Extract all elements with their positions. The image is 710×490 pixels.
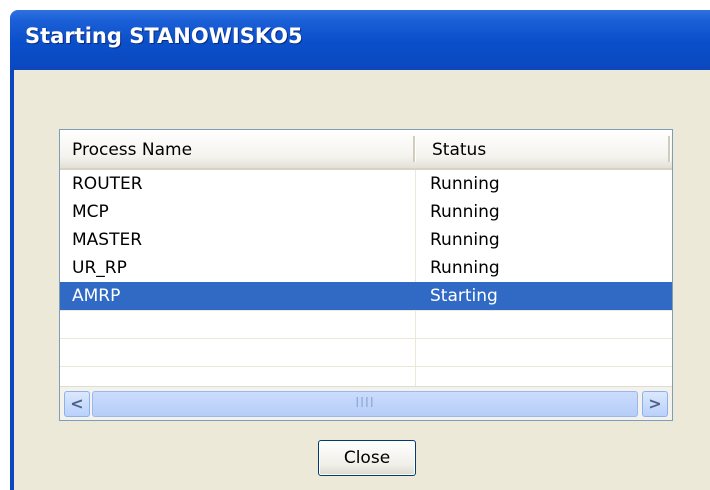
scroll-left-button[interactable]: < (64, 391, 90, 417)
table-row[interactable]: ROUTER Running (60, 170, 672, 198)
horizontal-scrollbar[interactable]: < IIII > (60, 386, 672, 420)
status-cell: Running (430, 174, 500, 194)
status-cell: Running (430, 202, 500, 222)
list-rows: ROUTER Running MCP Running MASTER Running UR_R… (60, 170, 672, 310)
title-bar[interactable]: Starting STANOWISKO5 (10, 10, 710, 70)
list-header: Process Name Status (60, 130, 672, 170)
process-name-cell: ROUTER (72, 174, 143, 194)
window-title: Starting STANOWISKO5 (25, 24, 303, 48)
table-row[interactable]: MCP Running (60, 198, 672, 226)
process-list[interactable]: Process Name Status ROUTER Running MCP Runn… (59, 129, 673, 421)
row-gridline (60, 366, 672, 367)
row-gridline (60, 310, 672, 311)
chevron-left-icon: < (70, 394, 84, 413)
status-cell: Running (430, 230, 500, 250)
scroll-thumb[interactable]: IIII (92, 391, 638, 417)
process-name-cell: MCP (72, 202, 109, 222)
column-header-process-name[interactable]: Process Name (72, 130, 402, 168)
column-header-status[interactable]: Status (432, 130, 652, 168)
scroll-right-button[interactable]: > (642, 391, 668, 417)
status-cell: Starting (430, 286, 498, 306)
table-row[interactable]: MASTER Running (60, 226, 672, 254)
table-row[interactable]: UR_RP Running (60, 254, 672, 282)
table-row[interactable]: AMRP Starting (60, 282, 672, 310)
status-cell: Running (430, 258, 500, 278)
grip-icon: IIII (355, 396, 375, 411)
process-name-cell: UR_RP (72, 258, 127, 278)
close-button[interactable]: Close (318, 440, 416, 476)
row-gridline (60, 338, 672, 339)
process-name-cell: MASTER (72, 230, 143, 250)
column-divider[interactable] (668, 136, 671, 162)
chevron-right-icon: > (648, 394, 662, 413)
process-name-cell: AMRP (72, 286, 121, 306)
column-divider[interactable] (413, 136, 416, 162)
